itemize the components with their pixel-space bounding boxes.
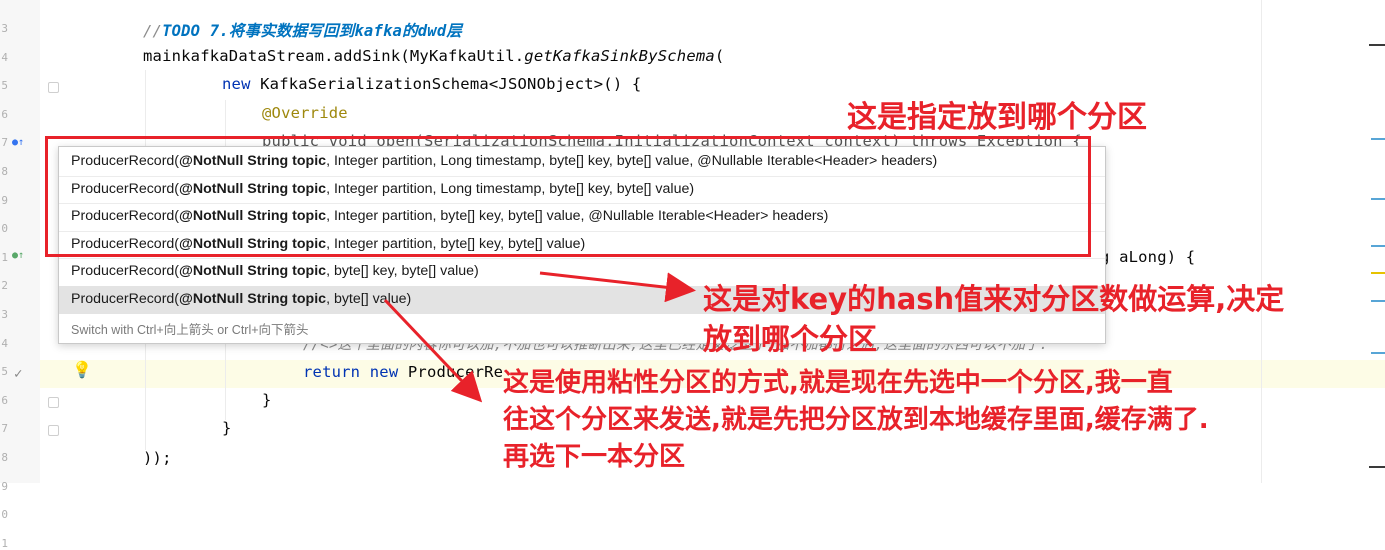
code-text: ( bbox=[714, 47, 725, 65]
fold-marker-icon[interactable] bbox=[48, 82, 59, 93]
annotation-sticky-line1: 这是使用粘性分区的方式,就是现在先选中一个分区,我一直 bbox=[503, 368, 1173, 398]
line-number: 4 bbox=[1, 336, 8, 350]
line-number: 8 bbox=[1, 165, 8, 178]
code-line-new-schema[interactable]: new KafkaSerializationSchema<JSONObject>… bbox=[222, 75, 641, 93]
highlight-box bbox=[45, 136, 1091, 257]
line-number: 1 bbox=[1, 250, 8, 264]
popup-item-prefix: ProducerRecord( bbox=[71, 263, 180, 280]
code-line-brace[interactable]: } bbox=[262, 391, 272, 409]
line-number: 4 bbox=[1, 50, 8, 64]
annotation-hash-line2: 放到哪个分区 bbox=[703, 322, 878, 356]
keyword: new bbox=[222, 75, 251, 93]
scroll-marker bbox=[1371, 300, 1385, 302]
line-number: 5 bbox=[1, 365, 8, 379]
line-number: 1 bbox=[1, 536, 8, 550]
scroll-marker bbox=[1369, 466, 1385, 468]
code-text: mainkafkaDataStream.addSink(MyKafkaUtil. bbox=[143, 47, 525, 65]
scroll-marker bbox=[1371, 272, 1385, 274]
line-number: 2 bbox=[1, 279, 8, 293]
code-line-todo[interactable]: //TODO 7.将事实数据写回到kafka的dwd层 bbox=[143, 19, 462, 41]
code-line-brace[interactable]: } bbox=[222, 419, 232, 437]
line-number: 9 bbox=[1, 479, 8, 493]
right-margin-guide bbox=[1261, 0, 1262, 483]
line-number: 3 bbox=[1, 308, 8, 321]
line-number: 6 bbox=[1, 107, 8, 121]
line-number: 9 bbox=[1, 193, 8, 207]
keyword: new bbox=[369, 363, 399, 381]
scroll-marker bbox=[1371, 245, 1385, 247]
line-number: 7 bbox=[1, 136, 8, 150]
popup-hint: Switch with Ctrl+向上箭头 or Ctrl+向下箭头 bbox=[71, 323, 309, 337]
annotation-sticky-line2: 往这个分区来发送,就是先把分区放到本地缓存里面,缓存满了. bbox=[503, 405, 1209, 435]
code-line-return[interactable]: return new ProducerRe bbox=[303, 363, 503, 381]
scroll-marker bbox=[1371, 198, 1385, 200]
lightbulb-icon[interactable]: 💡 bbox=[72, 360, 92, 379]
scroll-marker bbox=[1371, 138, 1385, 140]
keyword: return bbox=[303, 363, 361, 381]
editor-gutter bbox=[0, 0, 40, 483]
line-number: 6 bbox=[1, 393, 8, 407]
comment-prefix: // bbox=[143, 22, 163, 40]
code-text: KafkaSerializationSchema<JSONObject>() { bbox=[250, 75, 642, 93]
popup-item-params: , byte[] value) bbox=[326, 291, 412, 307]
code-line-close[interactable]: )); bbox=[143, 449, 172, 467]
scroll-marker bbox=[1369, 44, 1385, 46]
line-number: 0 bbox=[1, 222, 8, 236]
annotation-hash-line1: 这是对key的hash值来对分区数做运算,决定 bbox=[703, 282, 1285, 316]
fold-marker-icon[interactable] bbox=[48, 397, 59, 408]
implements-marker-icon[interactable]: ●↑ bbox=[12, 250, 24, 261]
code-text: ProducerRe bbox=[398, 363, 504, 381]
code-line-override[interactable]: @Override bbox=[262, 104, 348, 122]
todo-comment: TODO 7.将事实数据写回到kafka的dwd层 bbox=[162, 22, 463, 40]
popup-item-params: , byte[] key, byte[] value) bbox=[326, 263, 479, 280]
override-marker-icon[interactable]: ●↑ bbox=[12, 137, 24, 148]
code-line-serialize-tail[interactable]: g aLong) { bbox=[1100, 248, 1195, 266]
line-number: 5 bbox=[1, 79, 8, 93]
line-number: 7 bbox=[1, 422, 8, 436]
check-icon: ✓ bbox=[14, 366, 23, 382]
method-name: getKafkaSinkBySchema bbox=[524, 47, 715, 65]
popup-item-param-bold: @NotNull String topic bbox=[179, 291, 327, 307]
popup-item-prefix: ProducerRecord( bbox=[71, 291, 180, 307]
annotation-sticky-line3: 再选下一本分区 bbox=[503, 442, 686, 472]
line-number: 3 bbox=[1, 22, 8, 35]
scroll-marker bbox=[1371, 352, 1385, 354]
annotation-partition: 这是指定放到哪个分区 bbox=[847, 100, 1147, 135]
code-line-addsink[interactable]: mainkafkaDataStream.addSink(MyKafkaUtil.… bbox=[143, 47, 724, 65]
line-number: 8 bbox=[1, 451, 8, 464]
fold-marker-icon[interactable] bbox=[48, 425, 59, 436]
popup-item-param-bold: @NotNull String topic bbox=[179, 263, 327, 280]
line-number: 0 bbox=[1, 508, 8, 522]
